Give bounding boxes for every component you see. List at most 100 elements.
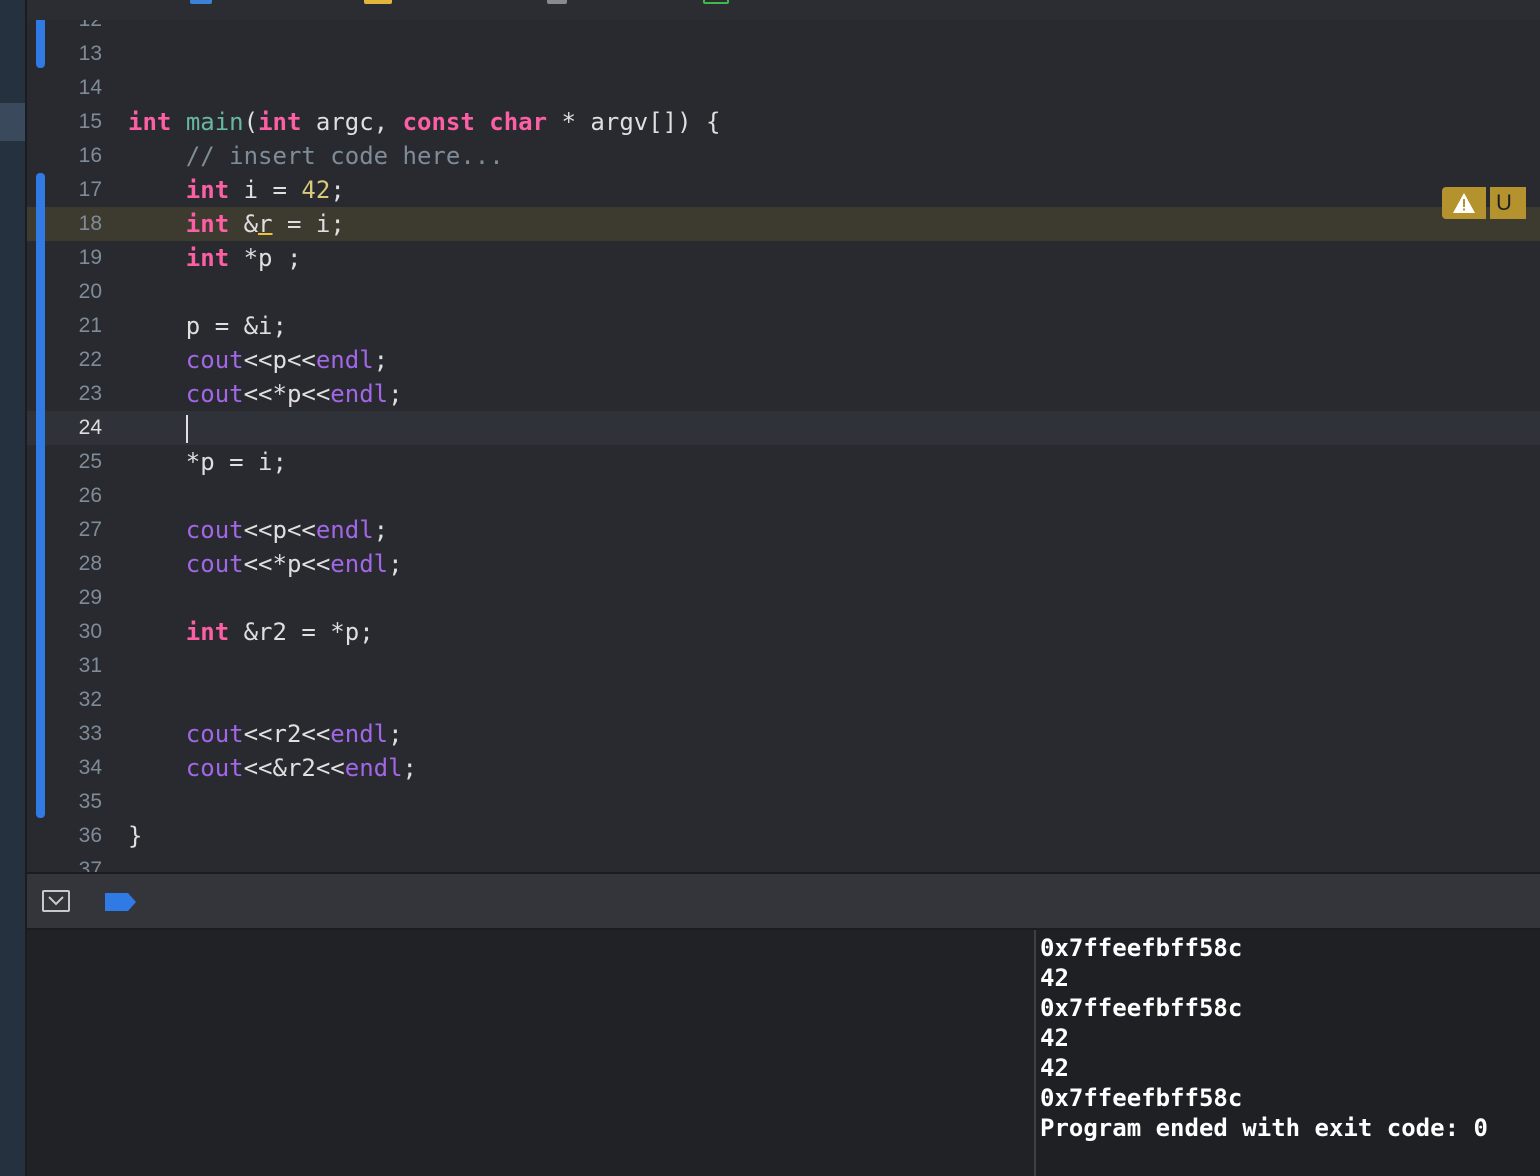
code-line[interactable]: 18 int &r = i;: [27, 207, 1540, 241]
warning-triangle-icon: [1453, 193, 1475, 213]
code-line[interactable]: 16 // insert code here...: [27, 139, 1540, 173]
navigator-strip: [0, 0, 25, 1176]
code-token: ;: [388, 720, 403, 748]
code-text: int &r = i;: [128, 207, 345, 241]
console-output[interactable]: 0x7ffeefbff58c 42 0x7ffeefbff58c 42 42 0x7ffe…: [1036, 930, 1540, 1176]
warning-message-peek[interactable]: U: [1490, 187, 1526, 219]
number-token: 42: [301, 176, 331, 204]
console-line: 0x7ffeefbff58c: [1040, 934, 1243, 962]
code-line[interactable]: 24: [27, 411, 1540, 445]
identifier-token: cout: [185, 754, 244, 782]
code-line[interactable]: 19 int *p ;: [27, 241, 1540, 275]
code-text: cout<<*p<<endl;: [128, 377, 403, 411]
debug-bar: [27, 872, 1540, 930]
code-line[interactable]: 15 int main(int argc, const char * argv[]…: [27, 105, 1540, 139]
code-line[interactable]: 37: [27, 853, 1540, 872]
code-line[interactable]: 14: [27, 71, 1540, 105]
function-icon[interactable]: [703, 0, 729, 4]
console-line: 42: [1040, 1054, 1069, 1082]
code-token: }: [128, 822, 143, 850]
code-line[interactable]: 27 cout<<p<<endl;: [27, 513, 1540, 547]
line-number[interactable]: 36: [27, 819, 102, 853]
identifier-token: cout: [185, 516, 244, 544]
line-number[interactable]: 16: [27, 139, 102, 173]
code-text: p = &i;: [128, 309, 287, 343]
source-editor[interactable]: 12131415int main(int argc, const char * …: [27, 20, 1540, 872]
code-token: &r2 = *p;: [229, 618, 374, 646]
code-line[interactable]: 12: [27, 20, 1540, 37]
variables-view[interactable]: [27, 930, 1034, 1176]
identifier-token: cout: [185, 720, 244, 748]
code-token: *p = i;: [128, 448, 287, 476]
code-text: // insert code here...: [128, 139, 504, 173]
code-text: int &r2 = *p;: [128, 615, 374, 649]
code-line[interactable]: 34 cout<<&r2<<endl;: [27, 751, 1540, 785]
code-token: <<p<<: [243, 516, 316, 544]
code-token: i =: [229, 176, 302, 204]
code-text: cout<<*p<<endl;: [128, 547, 403, 581]
code-line[interactable]: 32: [27, 683, 1540, 717]
code-line[interactable]: 13: [27, 37, 1540, 71]
warning-badge[interactable]: [1442, 187, 1486, 219]
keyword-token: int: [128, 108, 172, 136]
code-token: <<*p<<: [243, 380, 331, 408]
code-token: <<*p<<: [243, 550, 331, 578]
code-token: main: [185, 108, 244, 136]
keyword-token: char: [489, 108, 548, 136]
text-cursor: [185, 415, 188, 443]
code-line[interactable]: 21 p = &i;: [27, 309, 1540, 343]
code-token: *p ;: [229, 244, 302, 272]
code-line[interactable]: 17 int i = 42;: [27, 173, 1540, 207]
code-line[interactable]: 28 cout<<*p<<endl;: [27, 547, 1540, 581]
code-text: }: [128, 819, 142, 853]
code-line[interactable]: 30 int &r2 = *p;: [27, 615, 1540, 649]
code-token: ;: [388, 380, 403, 408]
code-line[interactable]: 25 *p = i;: [27, 445, 1540, 479]
file-icon[interactable]: [547, 0, 567, 4]
code-line[interactable]: 20: [27, 275, 1540, 309]
keyword-token: int: [185, 210, 230, 238]
code-line[interactable]: 35: [27, 785, 1540, 819]
comment-token: // insert code here...: [185, 142, 504, 170]
folder-icon[interactable]: [364, 0, 392, 4]
project-icon[interactable]: [190, 0, 212, 4]
code-token: ;: [373, 346, 389, 374]
code-line[interactable]: 33 cout<<r2<<endl;: [27, 717, 1540, 751]
hide-debug-area-button[interactable]: [42, 890, 70, 912]
code-line[interactable]: 26: [27, 479, 1540, 513]
breakpoints-toggle-icon[interactable]: [105, 893, 137, 911]
code-token: <<&r2<<: [243, 754, 345, 782]
line-number[interactable]: 37: [27, 853, 102, 872]
code-token: r: [258, 210, 273, 238]
code-token: argc,: [301, 108, 403, 136]
keyword-token: int: [258, 108, 302, 136]
console-line: Program ended with exit code: 0: [1040, 1114, 1488, 1142]
code-line[interactable]: 23 cout<<*p<<endl;: [27, 377, 1540, 411]
change-bar[interactable]: [36, 173, 45, 818]
code-line[interactable]: 36}: [27, 819, 1540, 853]
code-text: *p = i;: [128, 445, 287, 479]
code-line[interactable]: 22 cout<<p<<endl;: [27, 343, 1540, 377]
line-number[interactable]: 15: [27, 105, 102, 139]
code-text: int *p ;: [128, 241, 302, 275]
navigator-selected-item[interactable]: [0, 103, 25, 141]
code-line[interactable]: 31: [27, 649, 1540, 683]
code-token: * argv[]) {: [547, 108, 721, 136]
keyword-token: const: [402, 108, 475, 136]
line-number[interactable]: 14: [27, 71, 102, 105]
change-bar[interactable]: [36, 20, 45, 68]
keyword-token: int: [185, 176, 230, 204]
code-token: ;: [402, 754, 417, 782]
code-line[interactable]: 29: [27, 581, 1540, 615]
code-token: <<p<<: [243, 346, 316, 374]
identifier-token: endl: [330, 380, 389, 408]
